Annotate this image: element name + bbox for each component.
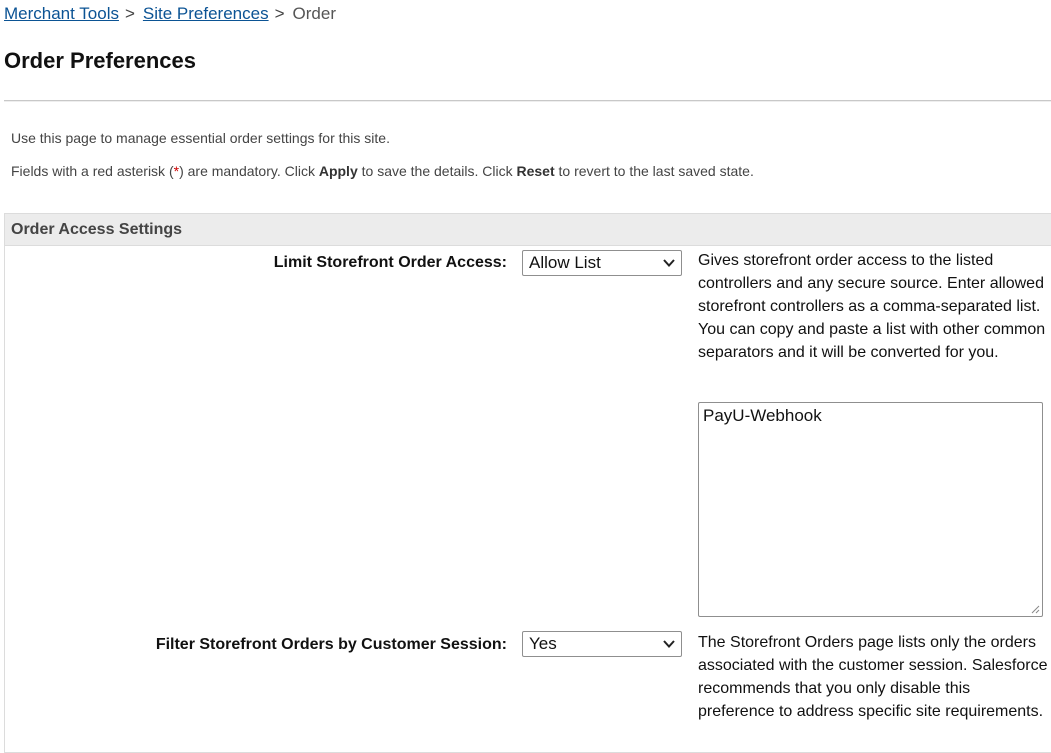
breadcrumb-merchant-tools-link[interactable]: Merchant Tools bbox=[4, 4, 119, 23]
instructions-part: to save the details. Click bbox=[357, 163, 517, 179]
limit-storefront-order-access-select[interactable]: Allow List bbox=[522, 250, 682, 276]
limit-storefront-order-access-help: Gives storefront order access to the lis… bbox=[698, 252, 1046, 361]
chevron-down-icon bbox=[663, 640, 675, 648]
page-instructions-text: Fields with a red asterisk (*) are manda… bbox=[11, 163, 754, 179]
select-value: Yes bbox=[529, 634, 557, 653]
instructions-part: to revert to the last saved state. bbox=[554, 163, 754, 179]
select-value: Allow List bbox=[529, 253, 601, 272]
filter-orders-by-session-help: The Storefront Orders page lists only th… bbox=[698, 634, 1048, 720]
limit-storefront-order-access-label: Limit Storefront Order Access: bbox=[273, 254, 507, 271]
breadcrumb-current: Order bbox=[292, 4, 336, 23]
textarea-value: PayU-Webhook bbox=[703, 406, 822, 425]
resize-grip-icon[interactable] bbox=[1031, 605, 1040, 614]
breadcrumb-site-preferences-link[interactable]: Site Preferences bbox=[143, 4, 269, 23]
filter-orders-by-session-label: Filter Storefront Orders by Customer Ses… bbox=[155, 636, 507, 653]
breadcrumb-separator: > bbox=[124, 4, 135, 23]
instructions-part: ) are mandatory. Click bbox=[179, 163, 319, 179]
reset-keyword: Reset bbox=[516, 163, 555, 179]
breadcrumb-separator: > bbox=[274, 4, 285, 23]
filter-orders-by-session-select[interactable]: Yes bbox=[522, 631, 682, 657]
apply-keyword: Apply bbox=[318, 163, 358, 179]
page-title: Order Preferences bbox=[4, 48, 196, 73]
page-intro-text: Use this page to manage essential order … bbox=[11, 130, 390, 146]
title-divider bbox=[4, 100, 1051, 102]
breadcrumb: Merchant Tools > Site Preferences > Order bbox=[4, 4, 336, 24]
allowed-controllers-textarea[interactable]: PayU-Webhook bbox=[698, 402, 1043, 617]
section-header: Order Access Settings bbox=[5, 214, 1051, 246]
instructions-part: Fields with a red asterisk ( bbox=[11, 163, 174, 179]
chevron-down-icon bbox=[663, 259, 675, 267]
